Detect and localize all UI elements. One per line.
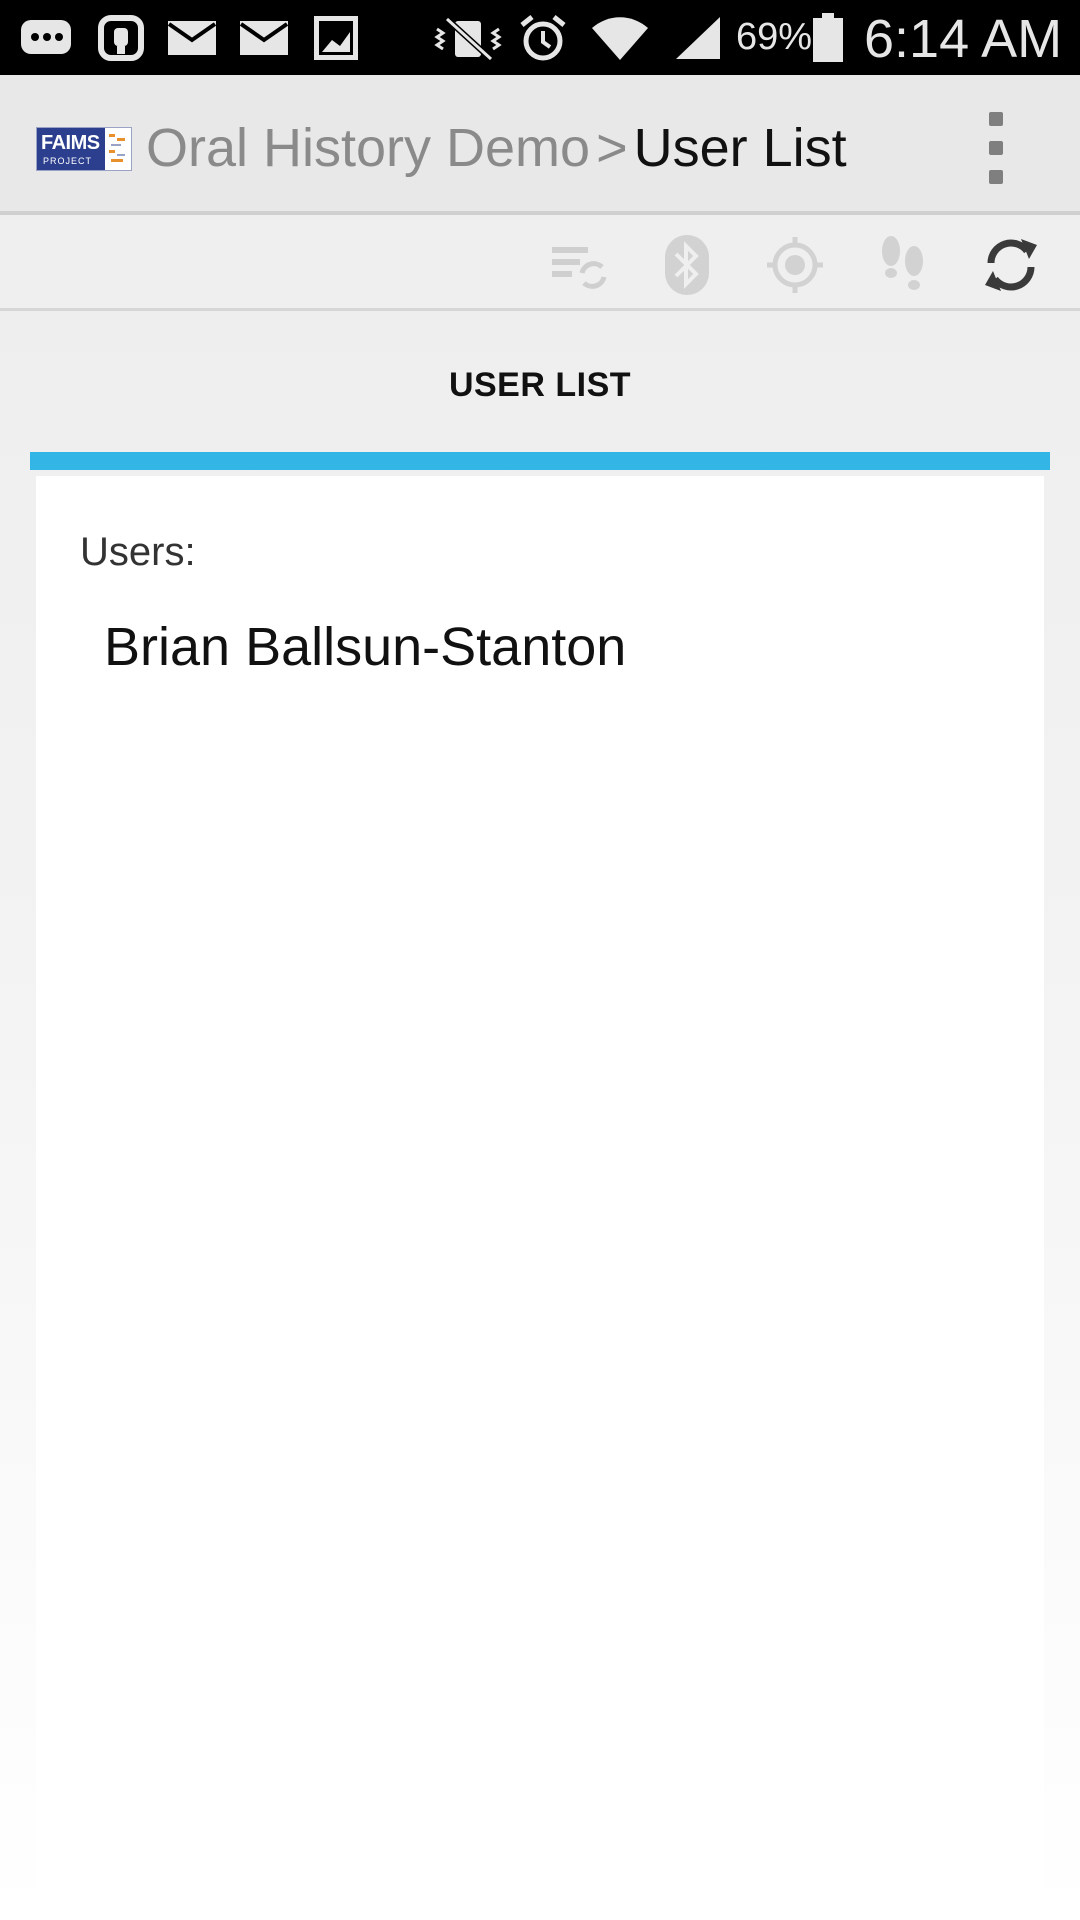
refresh-icon[interactable] [975,229,1047,301]
tab-user-list[interactable]: USER LIST [0,366,1080,405]
breadcrumb-separator: > [596,118,628,178]
status-bar: 69% 6:14 AM [0,0,1080,75]
user-list-item[interactable]: Brian Ballsun-Stanton [104,616,626,678]
mail-icon [164,0,220,75]
app-name: Oral History Demo [146,118,591,178]
users-label: Users: [80,530,196,574]
alarm-icon [516,0,570,75]
content-panel: Users: Brian Ballsun-Stanton [36,476,1044,1920]
messages-icon [16,0,78,75]
gps-icon[interactable] [759,229,831,301]
battery-percent: 69% [736,16,813,58]
tab-indicator [30,452,1050,470]
bluetooth-icon[interactable] [651,229,723,301]
logo-text: FAIMS [41,132,100,154]
signal-icon [668,0,726,75]
vibrate-off-icon [432,0,504,75]
tracking-footsteps-icon[interactable] [867,229,939,301]
page-title: Oral History Demo > User List [146,116,847,180]
overflow-menu-icon[interactable] [976,112,1016,184]
logo-subtext: PROJECT [43,156,93,166]
gallery-icon [310,0,362,75]
page-name: User List [633,118,847,178]
logo-art-icon [109,134,125,162]
voicemail-icon [94,0,148,75]
sync-file-icon[interactable] [542,229,614,301]
toolbar [0,219,1080,311]
clock: 6:14 AM [864,9,1063,69]
wifi-icon [588,0,652,75]
battery-icon [810,0,846,75]
faims-logo: FAIMS PROJECT [36,127,132,171]
mail-icon [236,0,292,75]
